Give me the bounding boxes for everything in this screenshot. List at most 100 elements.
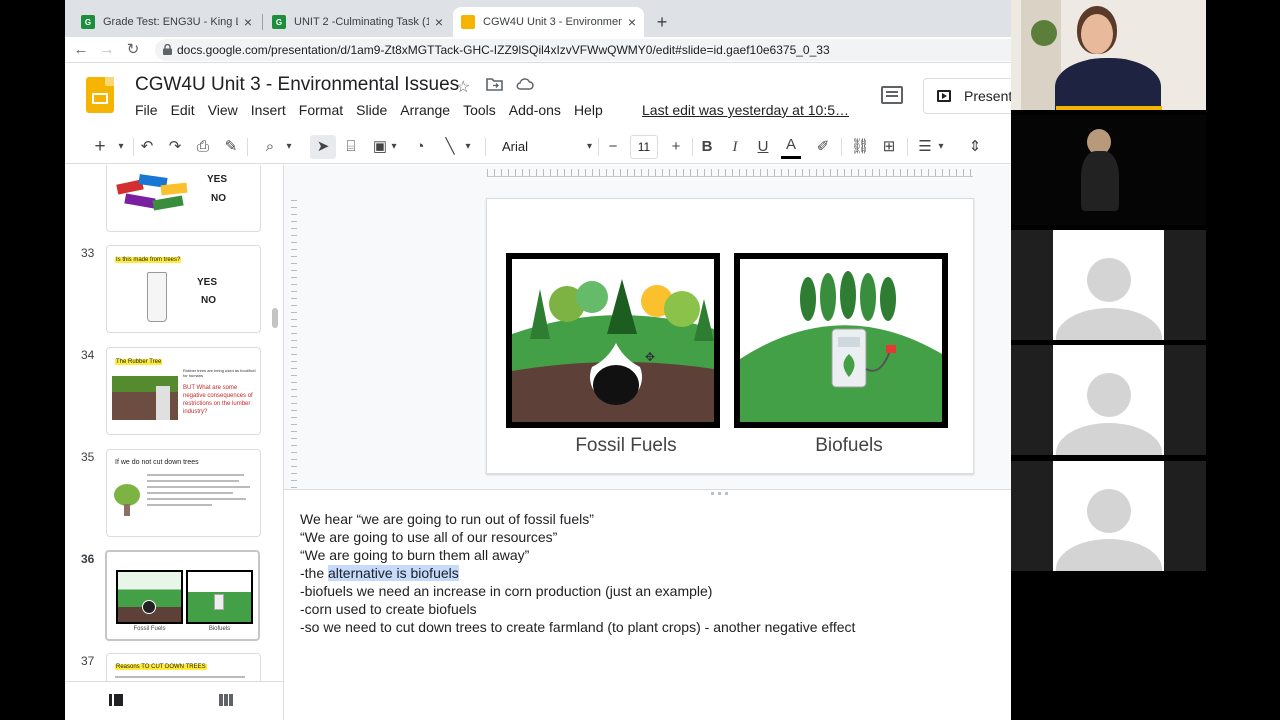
menu-format[interactable]: Format	[299, 102, 343, 122]
video-tile-participant[interactable]	[1011, 461, 1206, 571]
print-icon[interactable]: ⎙	[193, 135, 213, 159]
slide-thumbnail-36[interactable]: Fossil Fuels Biofuels	[105, 550, 260, 641]
filmstrip-scrollbar[interactable]	[272, 308, 278, 328]
decrease-font-size-button[interactable]: −	[605, 135, 621, 159]
paint-format-icon[interactable]: ✎	[221, 135, 241, 159]
tab-grade-test[interactable]: G Grade Test: ENG3U - King Lea ×	[73, 7, 260, 37]
thumb-fossil-panel	[116, 570, 183, 624]
menu-edit[interactable]: Edit	[171, 102, 195, 122]
slide-thumbnail-33[interactable]: Is this made from trees? YES NO	[106, 245, 261, 333]
toolbar-divider	[841, 138, 842, 156]
tab-cgw4u[interactable]: CGW4U Unit 3 - Environmenta ×	[453, 7, 644, 37]
menu-arrange[interactable]: Arrange	[400, 102, 450, 122]
slide-number: 34	[81, 348, 95, 362]
cloud-saved-icon[interactable]	[516, 77, 534, 95]
chevron-down-icon[interactable]: ▾	[388, 135, 400, 159]
select-cursor-icon[interactable]: ➤	[310, 135, 336, 159]
google-slides-logo[interactable]	[86, 77, 114, 113]
video-tile-participant[interactable]	[1011, 345, 1206, 455]
filmstrip-footer	[65, 681, 284, 720]
video-tile-participant[interactable]	[1011, 230, 1206, 340]
image-icon[interactable]: ▣	[370, 135, 390, 159]
menu-help[interactable]: Help	[574, 102, 603, 122]
underline-icon[interactable]: U	[754, 135, 772, 159]
text-box-icon[interactable]: ⌸	[341, 135, 361, 159]
thumb-question: BUT What are some negative consequences …	[183, 385, 253, 415]
document-title[interactable]: CGW4U Unit 3 - Environmental Issues	[135, 74, 459, 96]
presenter-video	[1011, 0, 1206, 110]
redo-icon[interactable]: ↷	[165, 135, 185, 159]
slide-thumbnail-37[interactable]: Reasons TO CUT DOWN TREES	[106, 653, 261, 681]
forward-icon[interactable]: →	[97, 40, 117, 60]
toolbar-divider	[133, 138, 134, 156]
present-button[interactable]: Present	[923, 78, 1023, 114]
new-slide-icon[interactable]: +	[91, 135, 109, 159]
highlight-color-icon[interactable]: ✐	[813, 135, 833, 159]
close-icon[interactable]: ×	[628, 14, 636, 30]
candy-image	[115, 172, 195, 216]
current-slide[interactable]: Fossil Fuels Biofuels ✥	[486, 198, 974, 474]
toolbar-divider	[692, 138, 693, 156]
menu-file[interactable]: File	[135, 102, 158, 122]
slide-number: 36	[81, 552, 95, 566]
menu-insert[interactable]: Insert	[251, 102, 286, 122]
comment-history-icon[interactable]	[881, 86, 903, 104]
thumb-title: Is this made from trees?	[115, 257, 182, 263]
biofuels-image[interactable]	[734, 253, 948, 428]
google-classroom-icon: G	[81, 15, 95, 29]
list-view-icon[interactable]	[109, 694, 123, 706]
slide-thumbnail-34[interactable]: The Rubber Tree Rubber trees are being u…	[106, 347, 261, 435]
close-icon[interactable]: ×	[244, 14, 252, 30]
present-icon	[937, 90, 951, 102]
move-folder-icon[interactable]	[486, 77, 503, 96]
thumb-no: NO	[211, 193, 226, 204]
text-color-icon[interactable]: A	[781, 135, 801, 159]
toolbar-divider	[907, 138, 908, 156]
tree-image	[112, 484, 142, 516]
align-icon[interactable]: ☰	[915, 135, 935, 159]
font-size-input[interactable]: 11	[630, 135, 658, 159]
slide-thumbnail-32[interactable]: YES NO	[106, 165, 261, 232]
avatar	[1087, 373, 1131, 417]
slide-thumbnail-35[interactable]: If we do not cut down trees	[106, 449, 261, 537]
chevron-down-icon[interactable]: ▾	[462, 135, 474, 159]
new-tab-button[interactable]: +	[650, 7, 674, 37]
menu-addons[interactable]: Add-ons	[509, 102, 561, 122]
close-icon[interactable]: ×	[435, 14, 443, 30]
tab-unit2[interactable]: G UNIT 2 -Culminating Task (12% ×	[264, 7, 451, 37]
bold-icon[interactable]: B	[698, 135, 716, 159]
tab-title: CGW4U Unit 3 - Environmenta	[483, 16, 622, 28]
line-icon[interactable]: ╲	[440, 135, 460, 159]
tab-divider	[262, 14, 263, 30]
back-icon[interactable]: ←	[71, 40, 91, 60]
biofuels-label: Biofuels	[815, 435, 883, 456]
chevron-down-icon[interactable]: ▾	[935, 135, 947, 159]
video-tile-presenter[interactable]	[1011, 0, 1206, 110]
line-spacing-icon[interactable]: ⇕	[965, 135, 985, 159]
link-icon[interactable]: ⛓	[849, 135, 871, 159]
star-icon[interactable]: ☆	[456, 77, 470, 97]
menu-tools[interactable]: Tools	[463, 102, 496, 122]
tab-title: UNIT 2 -Culminating Task (12%	[294, 16, 429, 28]
fossil-fuels-image[interactable]	[506, 253, 720, 428]
avatar	[1087, 258, 1131, 302]
plus-icon: +	[656, 11, 668, 32]
reload-icon[interactable]: ↻	[123, 40, 143, 60]
undo-icon[interactable]: ↶	[137, 135, 157, 159]
shape-icon[interactable]: ◔	[410, 135, 430, 159]
last-edit-link[interactable]: Last edit was yesterday at 10:5…	[642, 102, 849, 118]
increase-font-size-button[interactable]: +	[668, 135, 684, 159]
grid-view-icon[interactable]	[219, 694, 233, 706]
tab-title: Grade Test: ENG3U - King Lea	[103, 16, 238, 28]
font-select[interactable]: Arial ▾	[502, 137, 592, 157]
toolbar-divider	[598, 138, 599, 156]
chevron-down-icon[interactable]: ▾	[283, 135, 295, 159]
comment-icon[interactable]: ⊞	[879, 135, 899, 159]
menu-view[interactable]: View	[208, 102, 238, 122]
italic-icon[interactable]: I	[726, 135, 744, 159]
chevron-down-icon[interactable]: ▾	[115, 135, 127, 159]
video-tile-performer[interactable]	[1011, 115, 1206, 225]
avatar	[1087, 489, 1131, 533]
menu-slide[interactable]: Slide	[356, 102, 387, 122]
zoom-icon[interactable]: ⌕	[260, 135, 280, 159]
